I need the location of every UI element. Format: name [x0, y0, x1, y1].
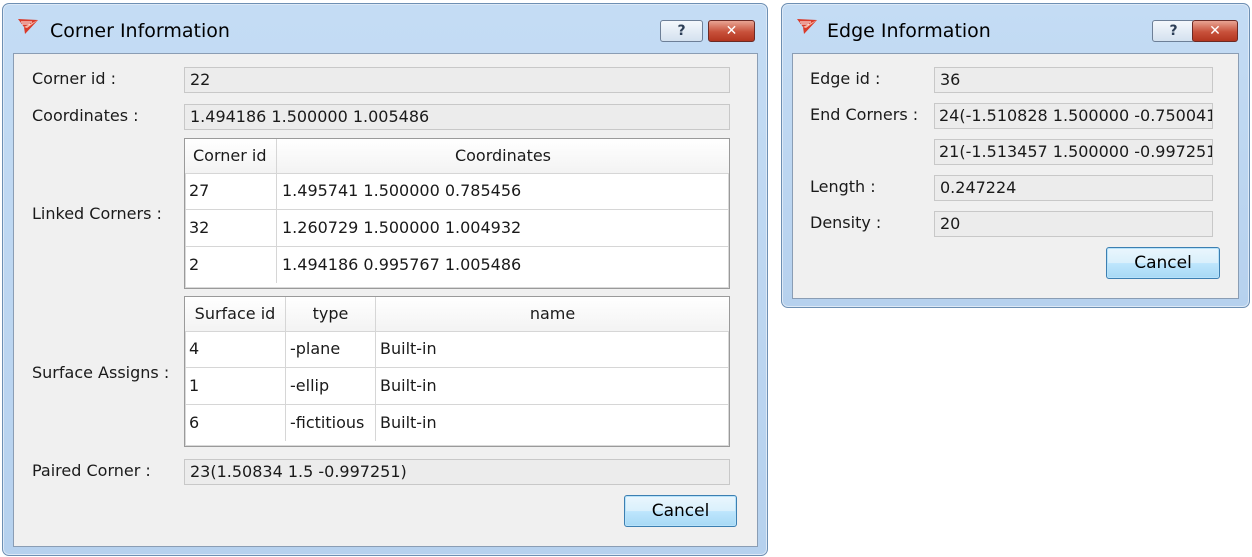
column-header-corner-id[interactable]: Corner id — [185, 139, 277, 173]
paper-plane-icon — [18, 19, 38, 34]
window-title: Corner Information — [50, 20, 230, 42]
question-mark-icon: ? — [677, 23, 686, 39]
type-cell: -fictitious — [286, 405, 376, 441]
corner-client-area: Corner id : 22 Coordinates : 1.494186 1.… — [13, 53, 758, 547]
column-header-surface-id[interactable]: Surface id — [185, 297, 286, 331]
corner-id-cell: 27 — [185, 173, 277, 209]
end-corners-label: End Corners : — [810, 105, 919, 124]
coordinates-field: 1.494186 1.500000 1.005486 — [184, 104, 730, 130]
table-row[interactable]: 27 1.495741 1.500000 0.785456 — [185, 173, 729, 210]
end-corner-2-field: 21(-1.513457 1.500000 -0.997251) — [934, 139, 1213, 165]
table-row[interactable]: 1 -ellip Built-in — [185, 368, 729, 405]
table-row[interactable]: 6 -fictitious Built-in — [185, 405, 729, 442]
close-icon: ✕ — [725, 23, 738, 39]
table-header: Surface id type name — [185, 297, 729, 332]
table-row[interactable]: 32 1.260729 1.500000 1.004932 — [185, 210, 729, 247]
edge-id-label: Edge id : — [810, 69, 881, 88]
edge-id-field: 36 — [934, 67, 1213, 93]
end-corner-1-field: 24(-1.510828 1.500000 -0.750041) — [934, 103, 1213, 129]
table-header: Corner id Coordinates — [185, 139, 729, 174]
density-label: Density : — [810, 213, 882, 232]
close-button[interactable]: ✕ — [708, 20, 755, 42]
close-button[interactable]: ✕ — [1192, 20, 1238, 42]
table-row[interactable]: 2 1.494186 0.995767 1.005486 — [185, 247, 729, 284]
corner-id-cell: 2 — [185, 247, 277, 283]
name-cell: Built-in — [380, 376, 437, 395]
column-header-name[interactable]: name — [376, 297, 729, 331]
help-button[interactable]: ? — [1152, 20, 1195, 42]
coordinates-cell: 1.260729 1.500000 1.004932 — [282, 218, 522, 237]
help-button[interactable]: ? — [660, 20, 703, 42]
table-row[interactable]: 4 -plane Built-in — [185, 331, 729, 368]
paired-corner-label: Paired Corner : — [32, 461, 151, 480]
name-cell: Built-in — [380, 413, 437, 432]
surface-assigns-label: Surface Assigns : — [32, 363, 170, 382]
length-field: 0.247224 — [934, 175, 1213, 201]
density-field: 20 — [934, 211, 1213, 237]
column-header-coordinates[interactable]: Coordinates — [277, 139, 729, 173]
linked-corners-label: Linked Corners : — [32, 204, 162, 223]
type-cell: -ellip — [286, 368, 376, 404]
paper-plane-icon — [797, 19, 817, 34]
window-title: Edge Information — [827, 20, 991, 42]
edge-client-area: Edge id : 36 End Corners : 24(-1.510828 … — [792, 53, 1239, 299]
edge-information-window: Edge Information ? ✕ Edge id : 36 End Co… — [781, 3, 1250, 308]
coordinates-cell: 1.494186 0.995767 1.005486 — [282, 255, 522, 274]
coordinates-cell: 1.495741 1.500000 0.785456 — [282, 181, 522, 200]
type-cell: -plane — [286, 331, 376, 367]
corner-id-field: 22 — [184, 67, 730, 93]
corner-titlebar[interactable]: Corner Information ? ✕ — [3, 4, 767, 44]
corner-information-window: Corner Information ? ✕ Corner id : 22 Co… — [2, 3, 768, 556]
surface-id-cell: 4 — [185, 331, 286, 367]
column-header-type[interactable]: type — [286, 297, 376, 331]
linked-corners-table[interactable]: Corner id Coordinates 27 1.495741 1.5000… — [184, 138, 730, 289]
surface-id-cell: 6 — [185, 405, 286, 441]
corner-id-label: Corner id : — [32, 69, 116, 88]
surface-assigns-table[interactable]: Surface id type name 4 -plane Built-in 1… — [184, 296, 730, 447]
question-mark-icon: ? — [1169, 23, 1178, 39]
name-cell: Built-in — [380, 339, 437, 358]
corner-id-cell: 32 — [185, 210, 277, 246]
cancel-button[interactable]: Cancel — [624, 495, 737, 527]
surface-id-cell: 1 — [185, 368, 286, 404]
edge-titlebar[interactable]: Edge Information ? ✕ — [782, 4, 1249, 44]
close-icon: ✕ — [1209, 23, 1221, 39]
coordinates-label: Coordinates : — [32, 106, 139, 125]
cancel-button[interactable]: Cancel — [1106, 247, 1220, 279]
paired-corner-field: 23(1.50834 1.5 -0.997251) — [184, 459, 730, 485]
length-label: Length : — [810, 177, 876, 196]
